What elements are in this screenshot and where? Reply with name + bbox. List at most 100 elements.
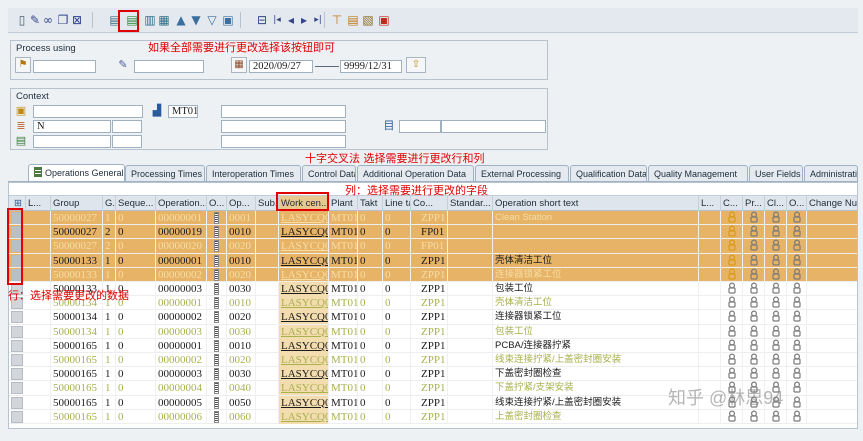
work-center-cell[interactable]: LASYCQ02 [279,225,329,240]
group-counter-cell[interactable]: 1 [103,409,116,424]
sort-descending-icon[interactable]: ▼ [189,12,203,28]
column-header-control-key[interactable]: Co... [411,196,448,211]
group-counter-cell[interactable]: 1 [103,211,116,225]
change-number-cell[interactable] [807,381,857,395]
group-cell[interactable]: 50000165 [51,395,103,410]
work-center-cell[interactable]: LASYCQ02 [279,310,329,325]
l-cell[interactable] [26,211,51,225]
settings-icon[interactable]: ▤ [346,12,360,28]
control-key-cell[interactable]: FP01 [411,239,448,254]
calendar-icon[interactable]: ▦ [231,57,247,73]
standard-text-cell[interactable] [448,211,493,225]
work-center-cell[interactable]: LASYCQ02 [279,409,329,424]
group-counter-cell[interactable]: 1 [103,253,116,268]
find-icon[interactable]: ⊟ [255,12,269,28]
group-counter-cell[interactable]: 1 [103,367,116,382]
plant-cell[interactable]: MT01 [329,296,358,311]
sub-operation-cell[interactable] [256,253,279,268]
status-cl-icon[interactable] [765,282,787,296]
long-text-icon[interactable] [214,226,219,239]
status-o-icon[interactable] [787,267,807,282]
plant-cell[interactable]: MT01 [329,282,358,296]
operation-short-text-cell[interactable]: 包装工位 [493,324,699,339]
operation-cell[interactable]: 00000001 [156,211,207,225]
group-counter-cell[interactable]: 1 [103,395,116,410]
status-pr-icon[interactable] [743,239,765,254]
plant-cell[interactable]: MT01 [329,409,358,424]
control-key-cell[interactable]: ZPP1 [411,395,448,410]
column-header-change-number[interactable]: Change Num [807,196,857,211]
display-icon[interactable]: ∞ [41,12,55,28]
l2-cell[interactable] [699,253,721,268]
l2-cell[interactable] [699,367,721,382]
long-text-cell[interactable] [207,282,227,296]
context-field-5[interactable] [221,120,346,133]
long-text-icon[interactable] [214,354,219,366]
operation-cell[interactable]: 00000002 [156,353,207,367]
work-center-cell[interactable]: LASYCQ02 [279,253,329,268]
status-pr-icon[interactable] [743,367,765,382]
column-header-status-o[interactable]: O... [787,196,807,211]
status-c-icon[interactable] [721,338,743,353]
standard-text-cell[interactable] [448,310,493,325]
status-cl-icon[interactable] [765,225,787,240]
table-row[interactable]: 5000002710000000010001LASYCQ02MT0100ZPP1… [9,211,857,226]
sequence-cell[interactable]: 0 [116,253,156,268]
long-text-icon[interactable] [214,339,219,352]
work-center-cell[interactable]: LASYCQ02 [279,296,329,311]
group-counter-cell[interactable]: 1 [103,338,116,353]
status-o-icon[interactable] [787,381,807,396]
row-selector[interactable] [11,396,23,409]
group-cell[interactable]: 50000027 [51,211,103,225]
table-row[interactable]: 5000013410000000030030LASYCQ02MT0100ZPP1… [9,324,857,339]
status-c-icon[interactable] [721,367,743,382]
operation-cell[interactable]: 00000020 [156,239,207,254]
work-center-cell[interactable]: LASYCQ02 [279,367,329,382]
column-header-takt[interactable]: Takt [358,196,383,211]
operation-cell[interactable]: 00000006 [156,409,207,424]
standard-text-cell[interactable] [448,296,493,311]
status-cl-icon[interactable] [765,409,787,424]
context-field-8[interactable] [33,135,111,148]
status-pr-icon[interactable] [743,211,765,225]
group-cell[interactable]: 50000134 [51,310,103,325]
sequence-cell[interactable]: 0 [116,267,156,282]
table-row[interactable]: 5000016510000000010010LASYCQ02MT0100ZPP1… [9,338,857,353]
line-takt-cell[interactable]: 0 [383,239,411,254]
status-pr-icon[interactable] [743,324,765,339]
operation-cell[interactable]: 00000004 [156,381,207,396]
l-cell[interactable] [26,353,51,367]
sequence-cell[interactable]: 0 [116,353,156,367]
line-takt-cell[interactable]: 0 [383,310,411,325]
change-number-cell[interactable] [807,410,857,424]
tab-qualification-data[interactable]: Qualification Data [570,165,647,181]
column-header-group[interactable]: Group [51,196,103,211]
l2-cell[interactable] [699,239,721,254]
long-text-cell[interactable] [207,310,227,325]
takt-cell[interactable]: 0 [358,211,383,225]
sub-operation-cell[interactable] [256,338,279,353]
plant-cell[interactable]: MT01 [329,211,358,225]
operation-cell[interactable]: 00000003 [156,367,207,382]
long-text-cell[interactable] [207,296,227,311]
status-pr-icon[interactable] [743,296,765,311]
group-counter-cell[interactable]: 1 [103,310,116,325]
l-cell[interactable] [26,367,51,382]
l-cell[interactable] [26,239,51,254]
control-key-cell[interactable]: FP01 [411,225,448,240]
takt-cell[interactable]: 0 [358,353,383,367]
operation-number-cell[interactable]: 0010 [227,296,256,311]
operation-number-cell[interactable]: 0020 [227,310,256,325]
group-cell[interactable]: 50000133 [51,253,103,268]
sub-operation-cell[interactable] [256,296,279,311]
takt-cell[interactable]: 0 [358,338,383,353]
hierarchy-icon[interactable]: ⊤ [330,12,344,28]
takt-cell[interactable]: 0 [358,239,383,254]
plant-cell[interactable]: MT01 [329,353,358,367]
standard-text-cell[interactable] [448,381,493,396]
l-cell[interactable] [26,381,51,396]
standard-text-cell[interactable] [448,282,493,296]
operation-cell[interactable]: 00000019 [156,225,207,240]
l2-cell[interactable] [699,267,721,282]
status-cl-icon[interactable] [765,267,787,282]
